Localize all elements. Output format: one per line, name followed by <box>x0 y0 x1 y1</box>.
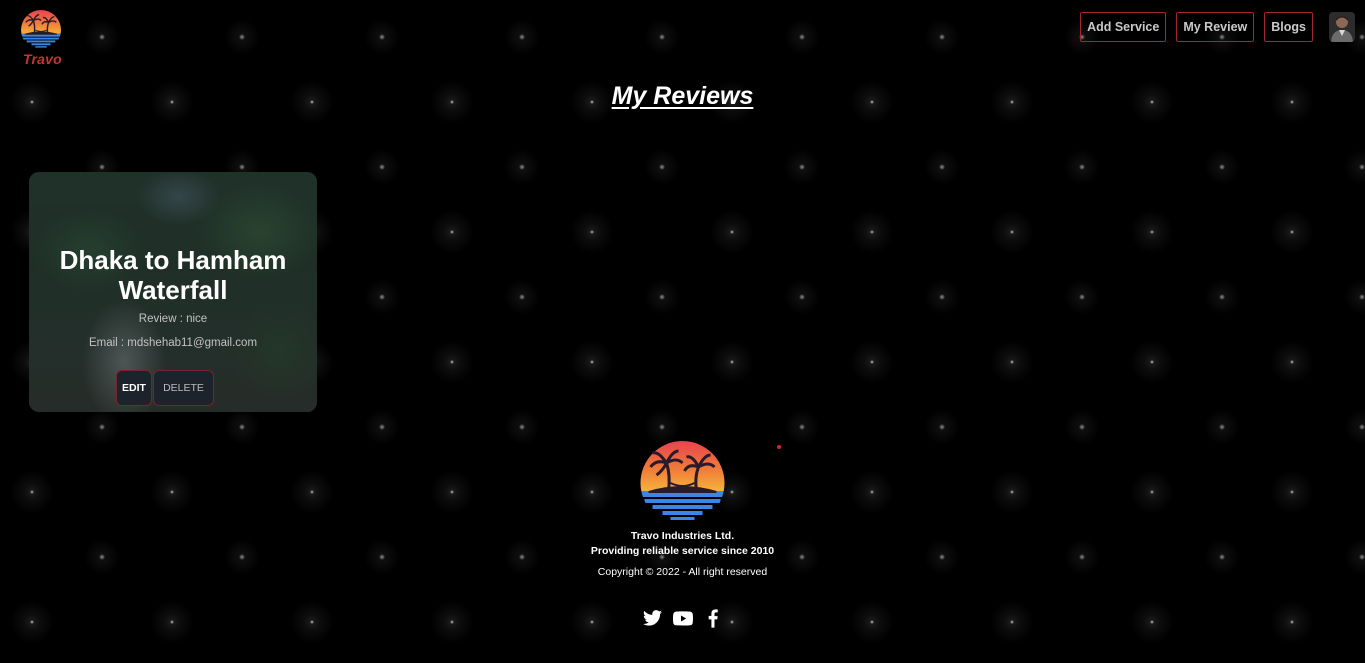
nav-blogs-button[interactable]: Blogs <box>1264 12 1313 42</box>
social-links <box>0 608 1365 628</box>
page: Travo Add Service My Review Blogs My Rev… <box>0 0 1365 663</box>
page-title: My Reviews <box>611 82 754 110</box>
review-card: Dhaka to Hamham Waterfall Review : nice … <box>29 172 317 412</box>
red-dot-decoration <box>777 445 781 449</box>
twitter-icon[interactable] <box>643 608 663 628</box>
footer-company: Travo Industries Ltd. <box>630 530 735 542</box>
nav-my-review-button[interactable]: My Review <box>1176 12 1255 42</box>
footer-copyright: Copyright © 2022 - All right reserved <box>597 566 768 578</box>
delete-button[interactable]: DELETE <box>153 370 214 406</box>
sunset-palm-logo-icon <box>21 10 61 48</box>
top-nav: Add Service My Review Blogs <box>1080 12 1355 42</box>
brand-logo[interactable]: Travo <box>19 10 64 68</box>
nav-add-service-button[interactable]: Add Service <box>1080 12 1167 42</box>
sunset-palm-logo-icon <box>640 441 725 520</box>
footer-tagline: Providing reliable service since 2010 <box>590 545 775 557</box>
footer-logo <box>638 441 727 525</box>
youtube-icon[interactable] <box>672 608 693 628</box>
user-avatar[interactable] <box>1329 12 1355 42</box>
card-actions: EDIT DELETE <box>116 370 215 406</box>
review-email: Email : mdshehab11@gmail.com <box>88 337 258 349</box>
facebook-icon[interactable] <box>703 608 723 628</box>
review-service-name: Dhaka to Hamham Waterfall <box>59 245 287 305</box>
edit-button[interactable]: EDIT <box>116 370 152 406</box>
brand-name: Travo <box>23 51 62 67</box>
card-body: Dhaka to Hamham Waterfall Review : nice … <box>29 172 317 412</box>
review-text: Review : nice <box>138 313 208 325</box>
user-avatar-icon <box>1329 12 1355 42</box>
